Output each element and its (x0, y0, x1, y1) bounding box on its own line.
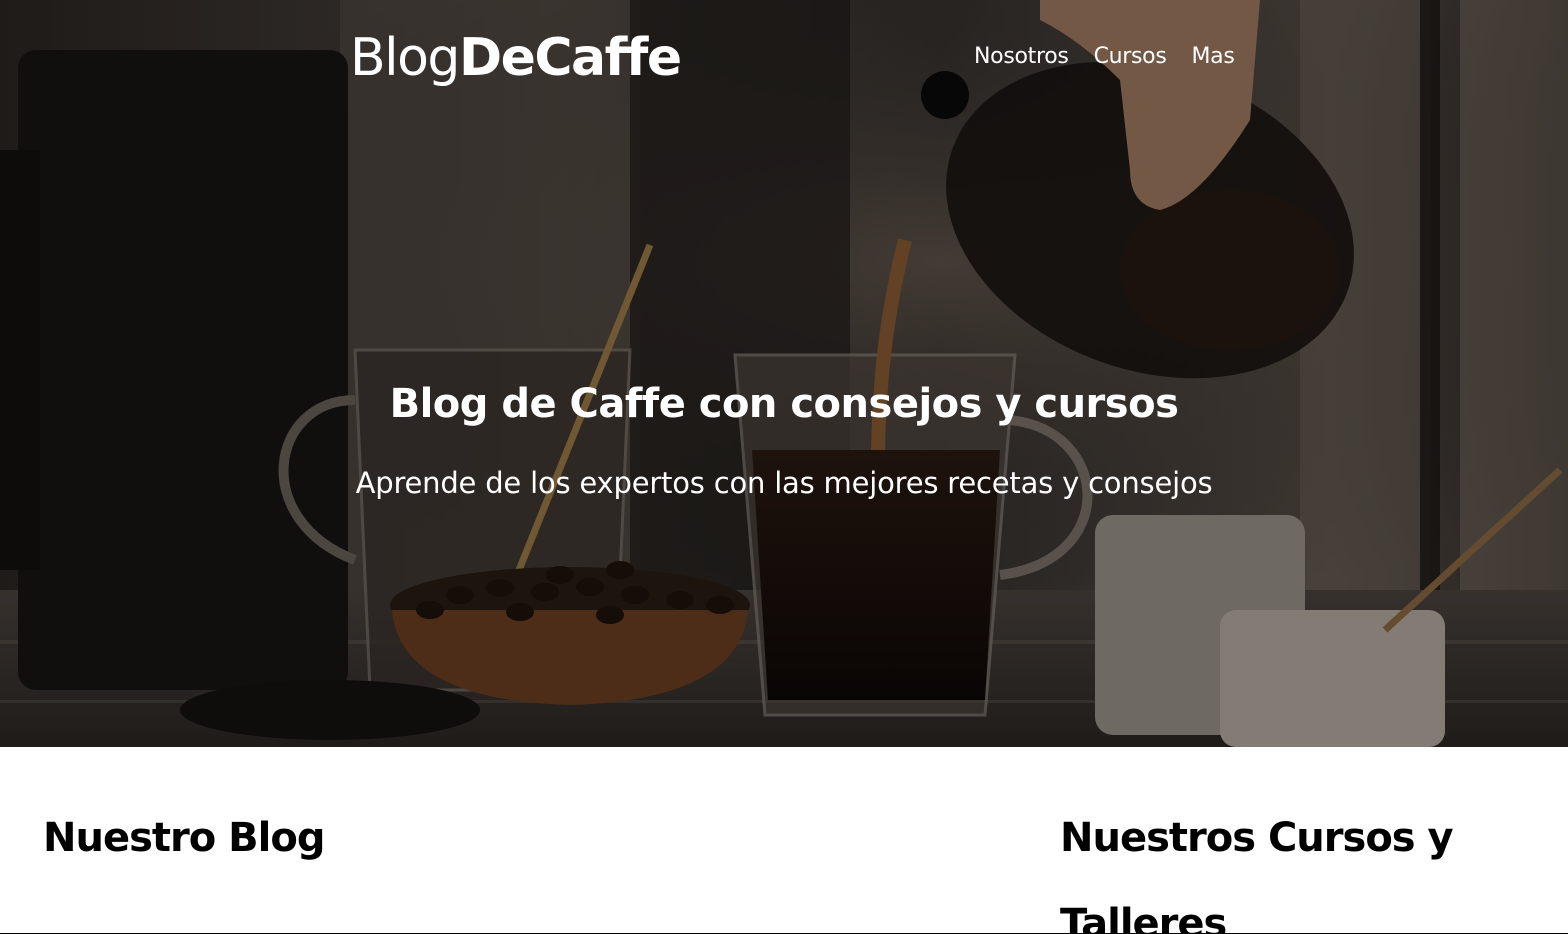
logo-light-text: Blog (350, 28, 460, 88)
blog-section-heading: Nuestro Blog (43, 815, 325, 861)
main-nav: Nosotros Cursos Mas (974, 42, 1235, 72)
hero-banner: BlogDeCaffe Nosotros Cursos Mas Blog de … (0, 0, 1568, 747)
site-logo[interactable]: BlogDeCaffe (350, 26, 682, 90)
hero-title: Blog de Caffe con consejos y cursos (389, 381, 1179, 427)
nav-link-nosotros[interactable]: Nosotros (974, 42, 1069, 72)
nav-link-mas[interactable]: Mas (1192, 42, 1235, 72)
logo-bold-text: DeCaffe (458, 28, 682, 88)
courses-section-heading: Nuestros Cursos y Talleres (1060, 815, 1454, 934)
site-header: BlogDeCaffe Nosotros Cursos Mas (0, 0, 1568, 120)
hero-subtitle: Aprende de los expertos con las mejores … (355, 466, 1213, 500)
nav-link-cursos[interactable]: Cursos (1094, 42, 1167, 72)
page: BlogDeCaffe Nosotros Cursos Mas Blog de … (0, 0, 1568, 934)
main-content: Nuestro Blog Nuestros Cursos y Talleres (0, 747, 1568, 934)
